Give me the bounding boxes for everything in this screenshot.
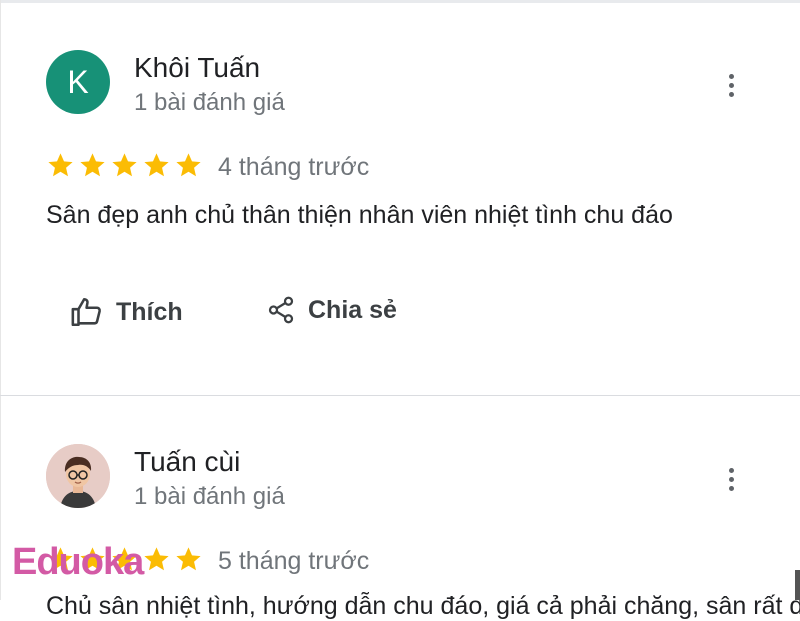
review-text: Sân đẹp anh chủ thân thiện nhân viên nhi… <box>46 201 673 229</box>
review-count: 1 bài đánh giá <box>134 89 285 116</box>
review-card: K Khôi Tuấn 1 bài đánh giá 4 tháng trước… <box>0 0 800 395</box>
avatar[interactable]: K <box>46 50 110 114</box>
review-date: 5 tháng trước <box>218 547 370 575</box>
star-icon <box>176 547 201 571</box>
star-rating <box>46 151 203 180</box>
share-label: Chia sẻ <box>308 295 397 324</box>
more-options-button[interactable] <box>718 461 744 497</box>
avatar-letter: K <box>67 63 89 100</box>
star-icon <box>144 153 169 177</box>
avatar[interactable] <box>46 444 110 508</box>
star-icon <box>48 153 73 177</box>
star-icon <box>80 153 105 177</box>
star-icon <box>144 547 169 571</box>
scrollbar[interactable] <box>795 570 800 600</box>
like-button[interactable]: Thích <box>70 295 183 329</box>
more-vert-icon <box>728 73 734 79</box>
share-button[interactable]: Chia sẻ <box>266 295 397 325</box>
share-icon <box>268 296 294 324</box>
more-options-button[interactable] <box>718 67 744 103</box>
thumb-up-icon <box>71 297 101 327</box>
more-vert-icon <box>728 467 734 473</box>
review-text: Chủ sân nhiệt tình, hướng dẫn chu đáo, g… <box>46 592 800 620</box>
star-icon <box>176 153 201 177</box>
review-date: 4 tháng trước <box>218 153 370 181</box>
reviewer-name[interactable]: Tuấn cùi <box>134 446 240 478</box>
reviewer-name[interactable]: Khôi Tuấn <box>134 52 260 84</box>
avatar-photo-icon <box>46 444 110 508</box>
star-icon <box>112 153 137 177</box>
like-label: Thích <box>116 297 183 326</box>
watermark-logo: Eduoka <box>12 541 144 583</box>
review-count: 1 bài đánh giá <box>134 483 285 510</box>
